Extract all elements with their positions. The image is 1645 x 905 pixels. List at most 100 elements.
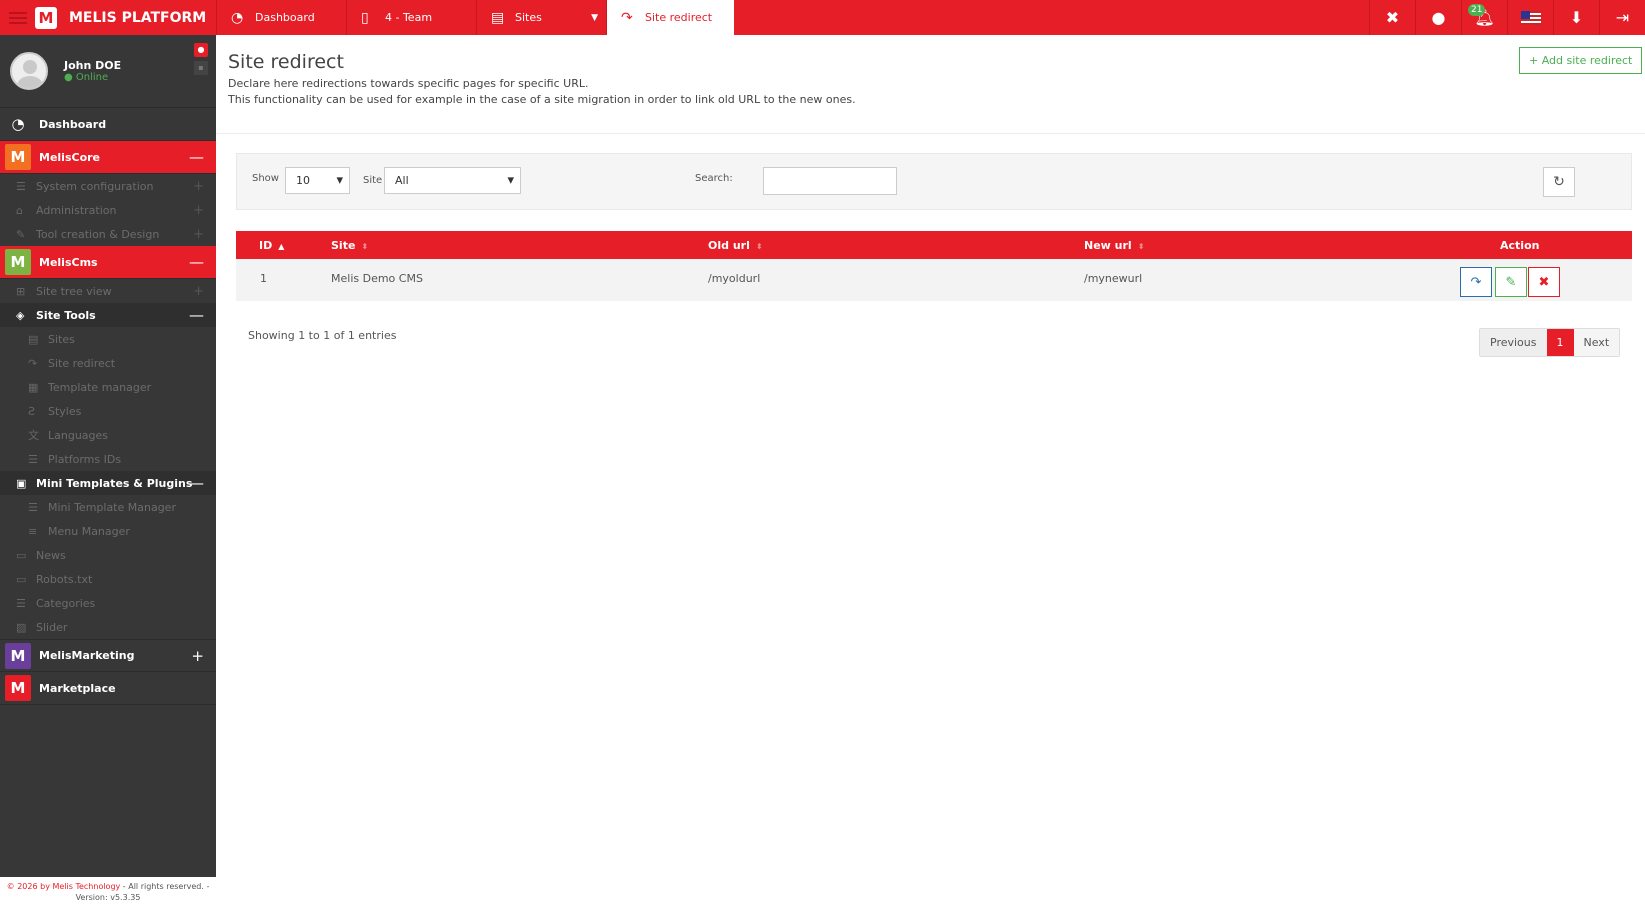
sidebar-item-tool-creation[interactable]: ✎ Tool creation & Design + [0,222,216,246]
sidebar-item-styles[interactable]: Ƨ Styles [0,399,216,423]
sliders-icon: ☰ [16,179,26,193]
sidebar-item-languages[interactable]: 文 Languages [0,423,216,447]
chat-icon[interactable]: ● [1415,0,1461,35]
sidebar-item-meliscms[interactable]: M MelisCms — [0,246,216,279]
tab-sites[interactable]: ▤ Sites ▼ [476,0,606,35]
copyright-link[interactable]: © 2026 by Melis Technology [7,882,121,891]
collapse-icon[interactable]: — [189,474,204,492]
sidebar-item-label: Site redirect [48,356,116,370]
add-site-redirect-button[interactable]: + Add site redirect [1519,47,1643,74]
page-title: Site redirect [228,51,344,73]
sidebar-item-label: System configuration [36,179,154,193]
column-id[interactable]: ID ▲ [259,239,284,252]
sidebar-item-label: Slider [36,620,68,634]
sidebar-item-label: Administration [36,203,117,217]
share-icon: ↷ [621,9,633,26]
sidebar-item-label: Sites [48,332,75,346]
template-icon: ▦ [28,380,39,394]
previous-button[interactable]: Previous [1480,329,1547,356]
logout-icon[interactable]: ⇥ [1599,0,1645,35]
sidebar-item-dashboard[interactable]: ◔ Dashboard [0,108,216,141]
version-text: Version: v5.3.35 [75,893,141,902]
sidebar-item-sites[interactable]: ▤ Sites [0,327,216,351]
sidebar-item-label: Marketplace [39,681,116,695]
expand-icon[interactable]: + [193,179,204,194]
edit-button[interactable]: ✎ [1495,267,1527,297]
sort-icon: ⬍ [1137,242,1145,251]
expand-icon[interactable]: + [191,647,204,665]
sidebar-item-robots[interactable]: ▭ Robots.txt [0,567,216,591]
sidebar-item-label: Menu Manager [48,524,130,538]
sidebar-item-site-tree-view[interactable]: ⊞ Site tree view + [0,279,216,303]
download-icon[interactable]: ⬇ [1553,0,1599,35]
sidebar-section-site-tools[interactable]: ◈ Site Tools — [0,303,216,327]
menu-icon: ≡ [28,524,38,538]
sidebar-item-marketplace[interactable]: M Marketplace [0,672,216,705]
sidebar-item-site-redirect[interactable]: ↷ Site redirect [0,351,216,375]
site-value: All [395,174,409,187]
sidebar-item-template-manager[interactable]: ▦ Template manager [0,375,216,399]
chevron-down-icon[interactable]: ▼ [591,13,598,23]
close-tabs-icon[interactable]: ✖ [1369,0,1415,35]
search-label: Search: [695,173,733,184]
next-button[interactable]: Next [1573,329,1620,356]
sidebar-item-label: Categories [36,596,96,610]
sidebar-item-menu-manager[interactable]: ≡ Menu Manager [0,519,216,543]
sidebar-item-administration[interactable]: ⌂ Administration + [0,198,216,222]
page-length-select[interactable]: 10 [285,167,350,194]
tab-site-redirect[interactable]: ↷ Site redirect [606,0,734,35]
pagination: Previous 1 Next [1479,328,1621,357]
expand-icon[interactable]: + [193,203,204,218]
menu-toggle-icon[interactable] [9,9,27,27]
table-header: ID ▲ Site ⬍ Old url ⬍ New url ⬍ Action [236,231,1632,259]
sidebar: John DOE ● Online ● ▪ ◔ Dashboard M Meli… [0,35,216,905]
notification-bell-icon[interactable]: 21 🔔︎ [1461,0,1507,35]
sidebar-item-label: Site Tools [36,308,96,322]
sidebar-item-melismarketing[interactable]: M MelisMarketing + [0,639,216,672]
top-actions: ✖ ● 21 🔔︎ ⬇ ⇥ [1369,0,1645,35]
column-new-url[interactable]: New url ⬍ [1084,239,1144,252]
expand-icon[interactable]: + [193,227,204,242]
expand-icon[interactable]: + [193,284,204,299]
language-flag-icon[interactable] [1507,0,1553,35]
sidebar-section-mini-templates[interactable]: ▣ Mini Templates & Plugins — [0,471,216,495]
site-select[interactable]: All [384,167,521,194]
user-profile-icon[interactable]: ● [194,43,208,57]
sidebar-item-label: Styles [48,404,82,418]
share-icon: ↷ [28,356,38,370]
sidebar-item-label: MelisCms [39,255,98,269]
file-icon: ▭ [16,572,27,586]
sidebar-item-label: Robots.txt [36,572,93,586]
collapse-icon[interactable]: — [189,253,204,271]
sidebar-item-label: Dashboard [39,117,107,131]
sidebar-item-categories[interactable]: ☰ Categories [0,591,216,615]
sidebar-item-label: Languages [48,428,109,442]
sidebar-item-slider[interactable]: ▨ Slider [0,615,216,639]
sidebar-item-news[interactable]: ▭ News [0,543,216,567]
collapse-icon[interactable]: — [189,148,204,166]
page-length-value: 10 [296,174,310,187]
cube-icon: ◈ [16,308,25,322]
melismarketing-logo-icon: M [5,642,31,669]
refresh-button[interactable]: ↻ [1543,167,1575,197]
sidebar-item-system-configuration[interactable]: ☰ System configuration + [0,174,216,198]
cell-id: 1 [260,272,267,285]
test-redirect-button[interactable]: ↷ [1460,267,1492,297]
sidebar-item-mini-template-manager[interactable]: ☰ Mini Template Manager [0,495,216,519]
table-filter-bar: Show 10 Site All Search: ↻ [236,153,1632,210]
sidebar-item-platforms-ids[interactable]: ☰ Platforms IDs [0,447,216,471]
collapse-icon[interactable]: — [189,306,204,324]
column-old-url[interactable]: Old url ⬍ [708,239,763,252]
column-site[interactable]: Site ⬍ [331,239,368,252]
search-input[interactable] [763,167,897,195]
main-content: Site redirect Declare here redirections … [216,35,1645,905]
sidebar-item-meliscore[interactable]: M MelisCore — [0,141,216,174]
page-button-current[interactable]: 1 [1546,329,1574,356]
tab-dashboard[interactable]: ◔ Dashboard [216,0,346,35]
tab-team[interactable]: ▯ 4 - Team [346,0,476,35]
share-icon: ↷ [1470,274,1482,290]
delete-button[interactable]: ✖ [1528,267,1560,297]
lock-icon[interactable]: ▪ [194,61,208,75]
brand-name: MELIS PLATFORM [69,9,207,26]
list-icon: ☰ [28,500,38,514]
